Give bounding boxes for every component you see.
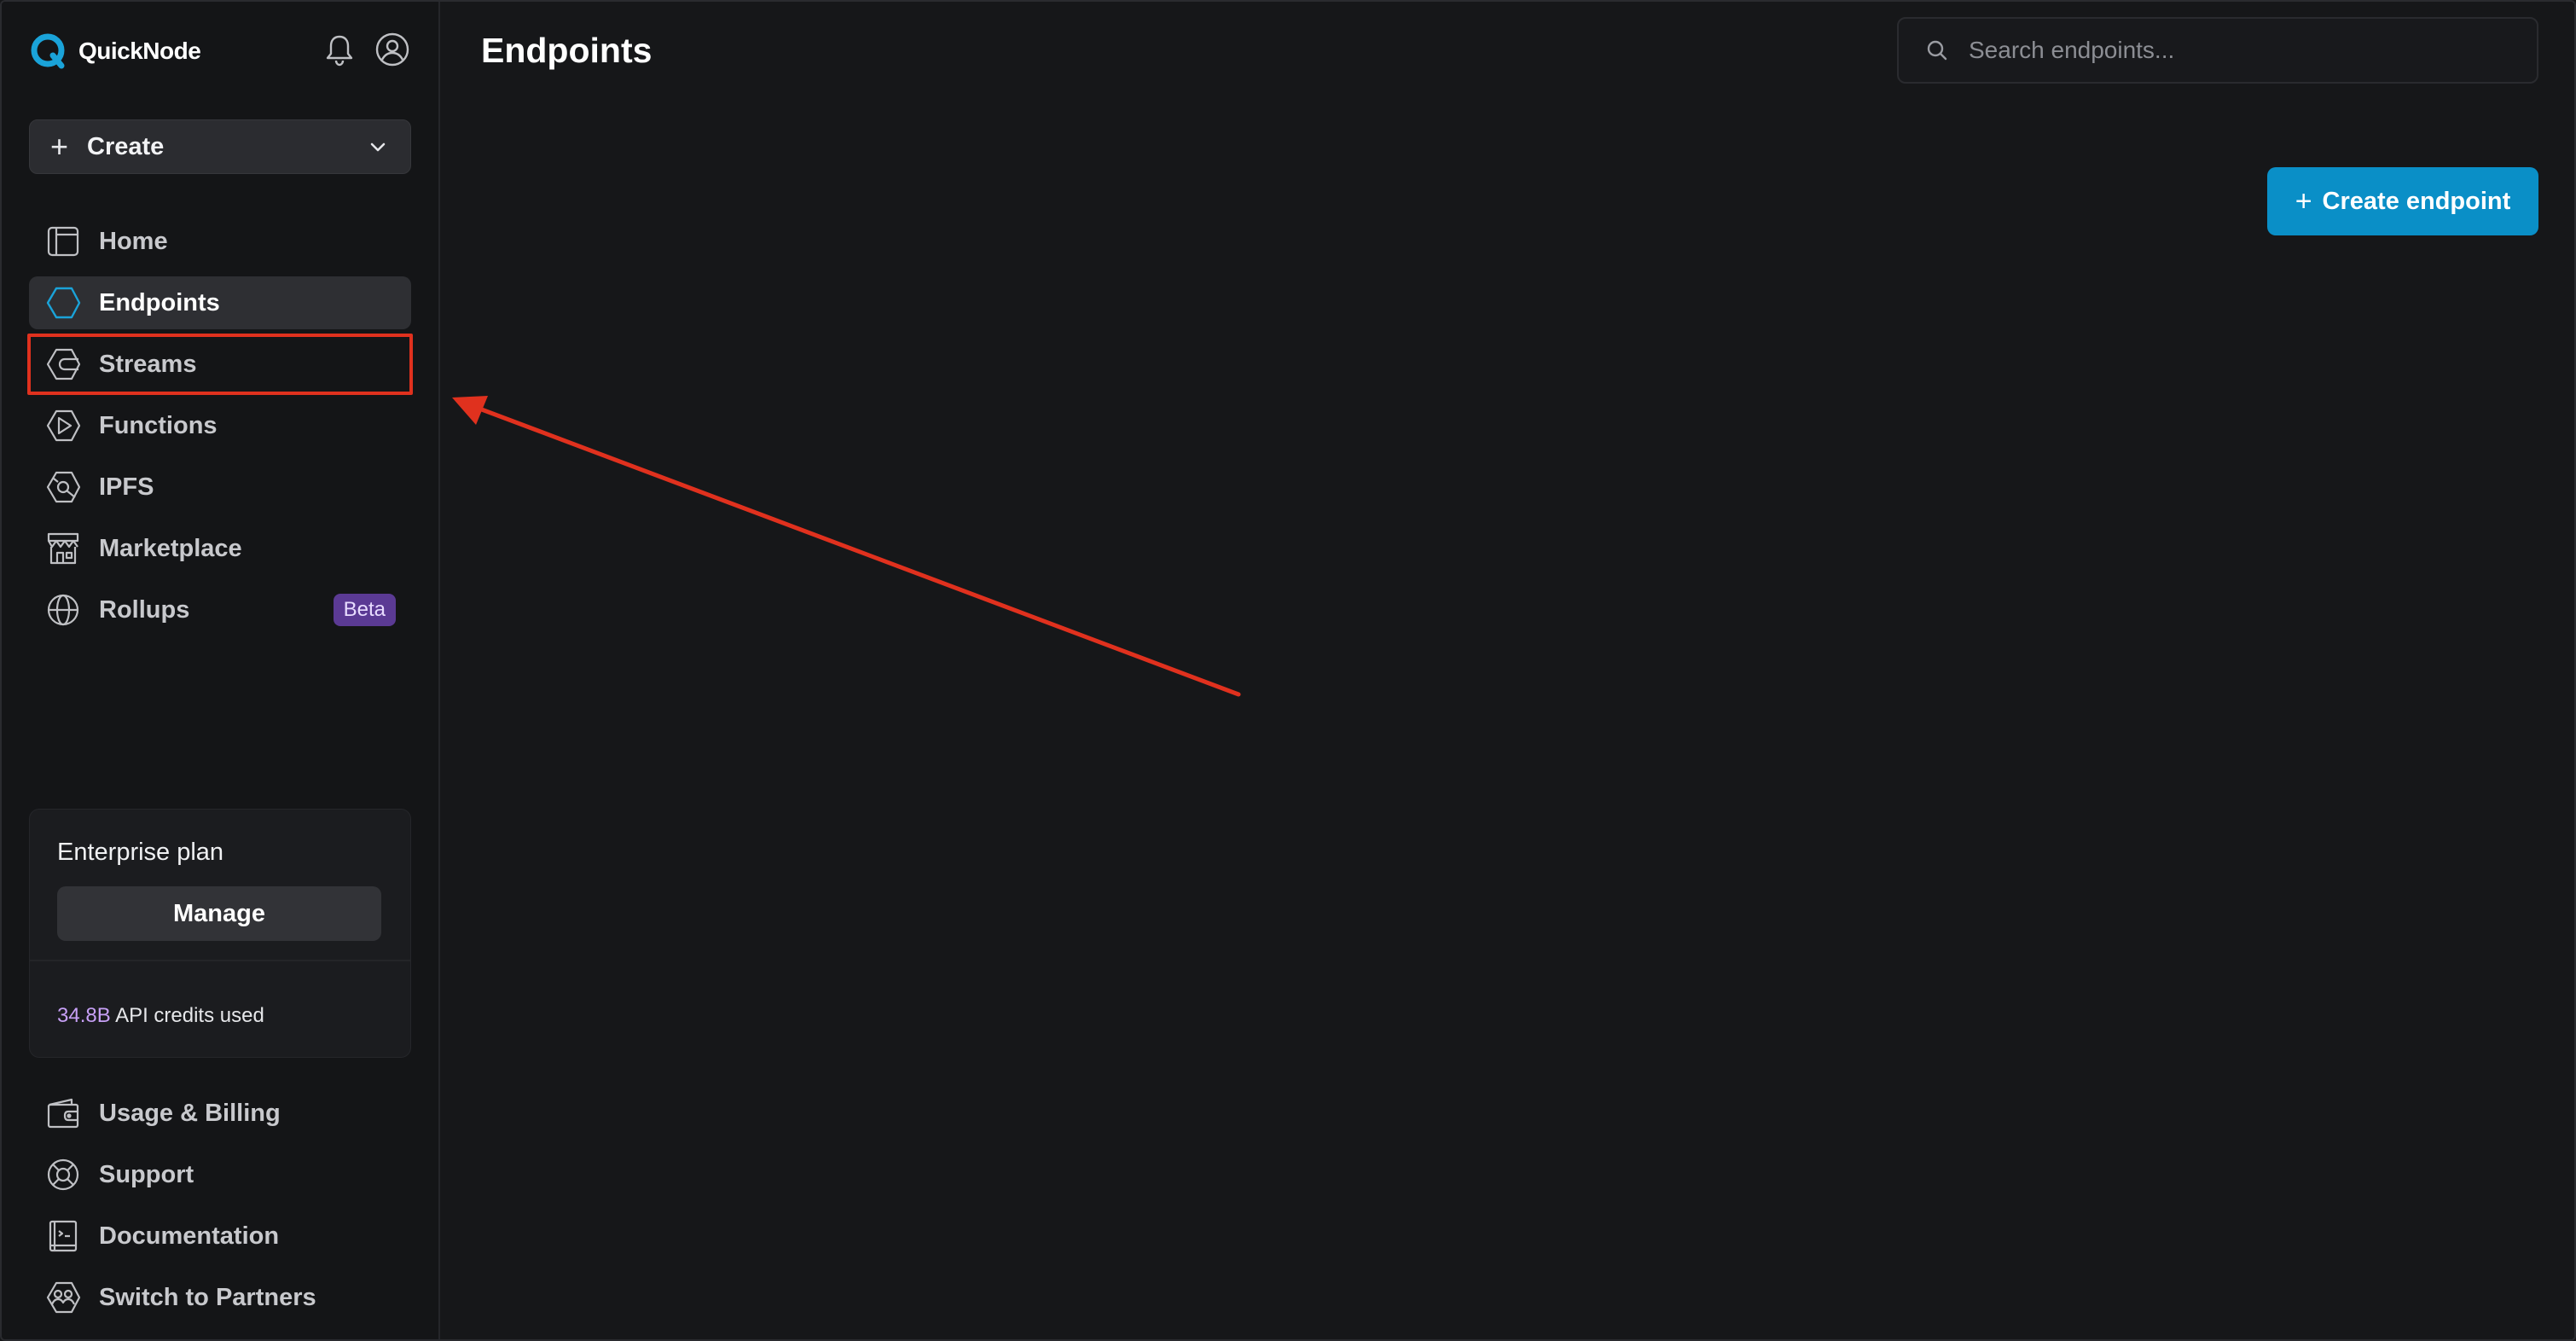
sidebar-item-usage-billing[interactable]: Usage & Billing bbox=[29, 1087, 411, 1140]
brand[interactable]: QuickNode bbox=[27, 27, 201, 75]
sidebar-item-documentation[interactable]: Documentation bbox=[29, 1210, 411, 1263]
app-window: QuickNode + Create Home Endpoints Stream… bbox=[0, 0, 2576, 1341]
document-icon bbox=[49, 1220, 78, 1252]
sidebar-item-label: Functions bbox=[99, 411, 218, 439]
user-icon[interactable] bbox=[374, 31, 411, 68]
sidebar-item-endpoints[interactable]: Endpoints bbox=[29, 276, 411, 329]
marketplace-icon bbox=[47, 532, 79, 565]
sidebar-item-label: IPFS bbox=[99, 473, 154, 501]
hexagon-icon bbox=[46, 287, 81, 319]
sidebar-item-label: Endpoints bbox=[99, 288, 220, 316]
chevron-down-icon bbox=[370, 142, 386, 152]
header-icons bbox=[321, 31, 411, 68]
search-icon bbox=[1927, 40, 1947, 61]
sidebar-item-label: Support bbox=[99, 1160, 194, 1188]
plan-divider bbox=[30, 960, 410, 961]
bottom-nav: Usage & Billing Support Documentation Sw… bbox=[29, 1087, 411, 1332]
sidebar-item-label: Switch to Partners bbox=[99, 1283, 316, 1311]
sidebar-item-functions[interactable]: Functions bbox=[29, 399, 411, 452]
lifebuoy-icon bbox=[47, 1158, 79, 1191]
create-endpoint-label: Create endpoint bbox=[2322, 187, 2511, 215]
create-menu-button[interactable]: + Create bbox=[29, 119, 411, 174]
api-credits-used: 34.8B API credits used bbox=[57, 1004, 264, 1028]
quicknode-logo-icon bbox=[31, 33, 65, 69]
search-box[interactable] bbox=[1897, 17, 2538, 84]
sidebar-item-label: Marketplace bbox=[99, 534, 242, 562]
home-icon bbox=[47, 226, 79, 257]
sidebar-item-streams[interactable]: Streams bbox=[27, 334, 413, 395]
sidebar-item-label: Streams bbox=[99, 350, 197, 378]
sidebar-item-ipfs[interactable]: IPFS bbox=[29, 461, 411, 514]
sidebar-item-home[interactable]: Home bbox=[29, 215, 411, 268]
plus-icon: + bbox=[50, 129, 69, 164]
functions-icon bbox=[46, 409, 81, 442]
sidebar: QuickNode + Create Home Endpoints Stream… bbox=[2, 2, 440, 1339]
sidebar-item-label: Usage & Billing bbox=[99, 1099, 281, 1127]
plan-card: Enterprise plan Manage 34.8B API credits… bbox=[29, 809, 411, 1058]
main-nav: Home Endpoints Streams Functions IPFS Ma… bbox=[27, 215, 413, 645]
sidebar-item-label: Documentation bbox=[99, 1222, 280, 1250]
globe-icon bbox=[47, 594, 79, 626]
bell-icon[interactable] bbox=[321, 31, 358, 68]
main-content: Endpoints + Create endpoint bbox=[440, 2, 2574, 1339]
streams-icon bbox=[46, 348, 81, 380]
sidebar-item-support[interactable]: Support bbox=[29, 1148, 411, 1201]
page-title: Endpoints bbox=[481, 31, 653, 70]
sidebar-item-marketplace[interactable]: Marketplace bbox=[29, 522, 411, 575]
brand-name: QuickNode bbox=[78, 38, 201, 64]
create-menu-label: Create bbox=[87, 132, 165, 160]
plus-icon: + bbox=[2295, 185, 2312, 218]
partners-icon bbox=[46, 1281, 81, 1314]
credits-value: 34.8B bbox=[57, 1004, 111, 1027]
search-input[interactable] bbox=[1969, 37, 2511, 64]
sidebar-item-switch-partners[interactable]: Switch to Partners bbox=[29, 1271, 411, 1324]
manage-plan-button[interactable]: Manage bbox=[57, 886, 381, 941]
sidebar-item-rollups[interactable]: Rollups Beta bbox=[29, 583, 411, 636]
ipfs-icon bbox=[46, 471, 81, 503]
sidebar-item-label: Home bbox=[99, 227, 168, 255]
beta-badge: Beta bbox=[333, 594, 396, 626]
credits-text: API credits used bbox=[115, 1004, 264, 1027]
create-endpoint-button[interactable]: + Create endpoint bbox=[2267, 167, 2538, 235]
sidebar-item-label: Rollups bbox=[99, 595, 190, 624]
wallet-icon bbox=[47, 1098, 79, 1129]
plan-title: Enterprise plan bbox=[57, 839, 224, 866]
